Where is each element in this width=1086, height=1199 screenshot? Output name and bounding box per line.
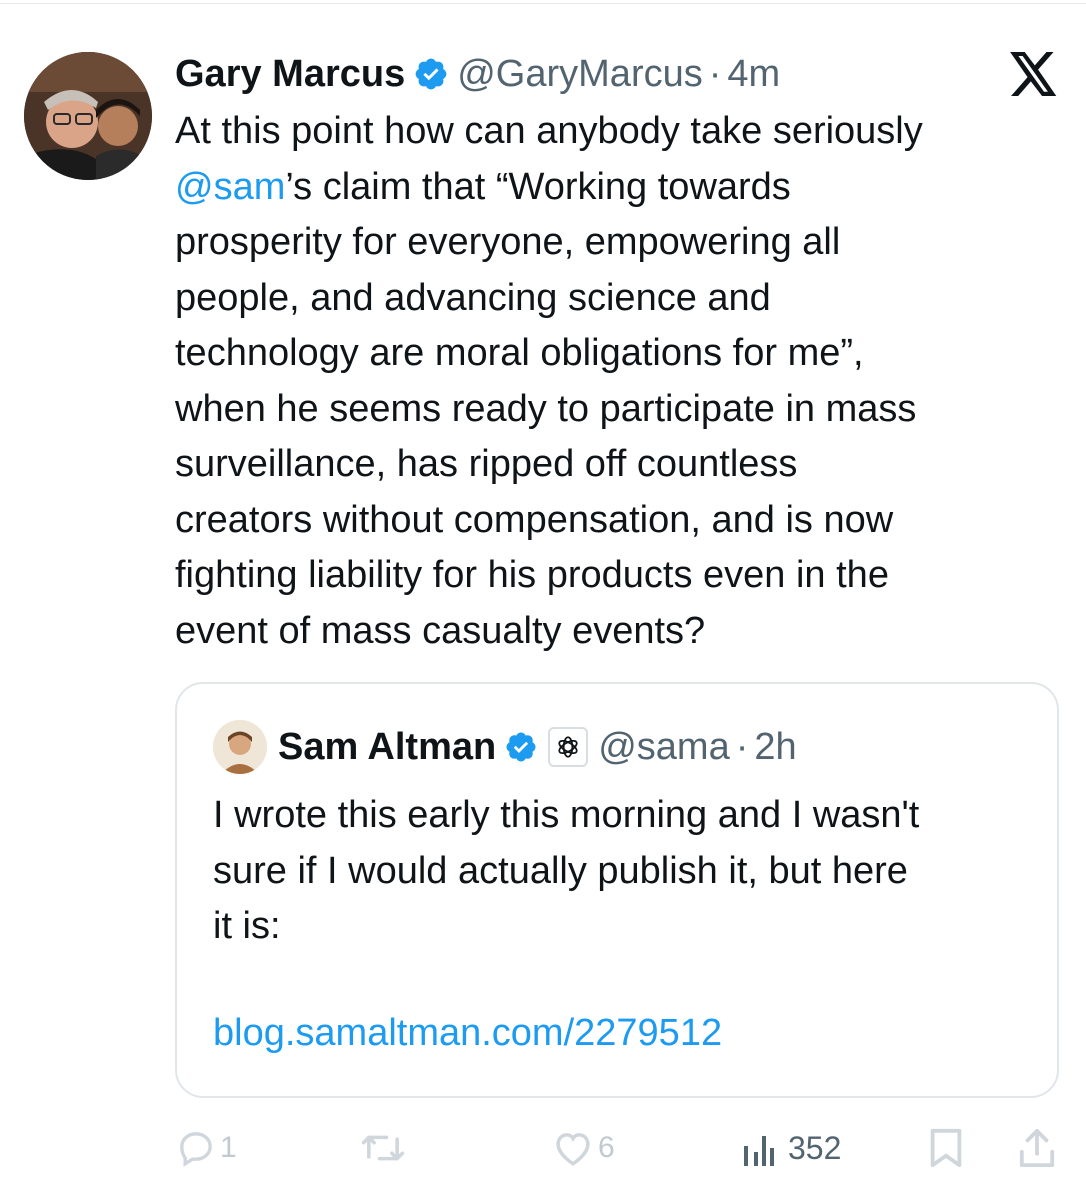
x-logo-icon <box>1010 52 1058 96</box>
retweet-icon <box>360 1128 406 1168</box>
tweet-text-line: At this point how can anybody take serio… <box>175 110 923 152</box>
tweet-text-line: surveillance, has ripped off countless <box>175 443 798 485</box>
quoted-text-line: sure if I would actually publish it, but… <box>213 849 908 892</box>
tweet-text-line: creators without compensation, and is no… <box>175 498 894 541</box>
verified-badge-icon <box>413 56 449 92</box>
views-count: 352 <box>788 1129 842 1166</box>
tweet-text: At this point how can anybody take serio… <box>175 104 1055 659</box>
header-separator: · <box>735 725 749 768</box>
tweet-header: Gary Marcus @GaryMarcus · 4m <box>175 50 780 98</box>
quoted-tweet-header: Sam Altman @sama · 2h <box>278 724 797 770</box>
quoted-tweet-text: I wrote this early this morning and I wa… <box>213 788 1043 955</box>
tweet-timestamp[interactable]: 4m <box>727 53 780 96</box>
header-separator: · <box>708 52 722 95</box>
quoted-author-handle[interactable]: @sama <box>598 726 730 769</box>
quoted-author-name[interactable]: Sam Altman <box>278 726 496 769</box>
tweet-action-bar: 1 6 352 <box>0 1120 1086 1176</box>
like-button[interactable]: 6 <box>552 1120 615 1176</box>
reply-count: 1 <box>220 1131 237 1164</box>
top-divider <box>0 3 1086 4</box>
tweet-text-line: @sam’s claim that “Working towards <box>175 160 1055 216</box>
bookmark-icon <box>928 1127 964 1169</box>
like-count: 6 <box>598 1131 615 1164</box>
quoted-tweet-timestamp[interactable]: 2h <box>754 726 796 769</box>
tweet-text-line: prosperity for everyone, empowering all <box>175 221 841 263</box>
views-button[interactable]: 352 <box>742 1120 841 1176</box>
author-avatar[interactable] <box>24 52 152 180</box>
quoted-text-line: I wrote this early this morning and I wa… <box>213 794 920 836</box>
quoted-text-line: it is: <box>213 905 281 947</box>
reply-button[interactable]: 1 <box>176 1120 237 1176</box>
reply-icon <box>176 1128 216 1168</box>
share-icon <box>1018 1127 1056 1169</box>
tweet-text-line: when he seems ready to participate in ma… <box>175 387 917 430</box>
tweet-text-line: fighting liability for his products even… <box>175 554 889 596</box>
tweet-text-line: technology are moral obligations for me”… <box>175 332 864 374</box>
author-name[interactable]: Gary Marcus <box>175 53 405 96</box>
quoted-tweet-link[interactable]: blog.samaltman.com/2279512 <box>213 1012 722 1055</box>
tweet-text-line: people, and advancing science and <box>175 276 771 319</box>
quoted-author-avatar[interactable] <box>213 720 267 774</box>
retweet-button[interactable] <box>360 1120 406 1176</box>
like-icon <box>552 1128 594 1168</box>
mention-link[interactable]: @sam <box>175 166 285 208</box>
share-button[interactable] <box>1018 1120 1056 1176</box>
verified-badge-icon <box>504 730 538 764</box>
author-handle[interactable]: @GaryMarcus <box>457 53 703 96</box>
bookmark-button[interactable] <box>928 1120 964 1176</box>
quoted-tweet-card[interactable]: Sam Altman @sama · 2h I wrote this early… <box>175 682 1059 1098</box>
views-icon <box>742 1130 776 1166</box>
tweet-text-line: event of mass casualty events? <box>175 609 706 652</box>
openai-affiliation-icon[interactable] <box>548 727 589 767</box>
tweet-text-segment: ’s claim that “Working towards <box>285 165 791 208</box>
